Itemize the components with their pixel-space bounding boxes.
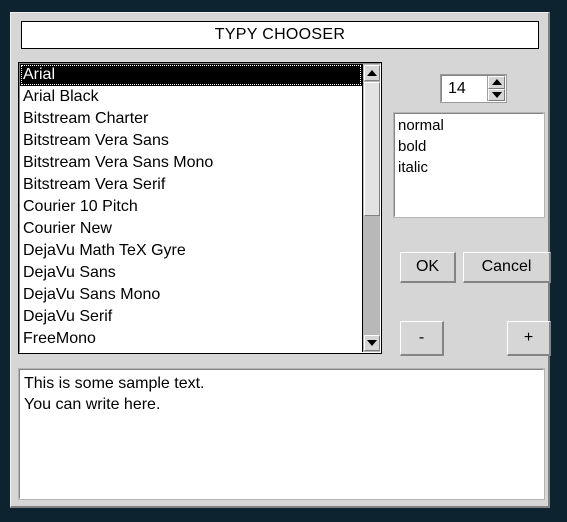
- font-family-listbox[interactable]: Arial Arial Black Bitstream Charter Bitstre…: [18, 62, 382, 354]
- font-size-decrement-button[interactable]: [488, 88, 505, 101]
- sample-text-line: This is some sample text.: [24, 375, 205, 392]
- font-list-item[interactable]: Bitstream Vera Sans: [20, 130, 362, 152]
- font-size-spinner[interactable]: 14: [440, 74, 507, 103]
- font-list-item[interactable]: Bitstream Vera Sans Mono: [20, 152, 362, 174]
- font-list-item[interactable]: Courier New: [20, 218, 362, 240]
- cancel-button[interactable]: Cancel: [463, 252, 551, 283]
- scrollbar-down-button[interactable]: [364, 335, 380, 351]
- font-list-item[interactable]: Arial Black: [20, 86, 362, 108]
- font-list-item[interactable]: FreeMono: [20, 328, 362, 350]
- triangle-down-icon: [491, 91, 502, 98]
- font-list-item[interactable]: Courier 10 Pitch: [20, 196, 362, 218]
- sample-text-input[interactable]: This is some sample text. You can write h…: [18, 368, 545, 500]
- font-style-listbox[interactable]: normal bold italic: [393, 112, 545, 218]
- sample-text-line: You can write here.: [24, 396, 161, 413]
- font-list-scrollbar[interactable]: [362, 64, 380, 352]
- app-window: TYPY CHOOSER Arial Arial Black Bitstream C…: [0, 0, 567, 522]
- font-list-item[interactable]: DejaVu Sans: [20, 262, 362, 284]
- style-list-item[interactable]: normal: [395, 115, 543, 136]
- font-list-item[interactable]: DejaVu Sans Mono: [20, 284, 362, 306]
- font-list-viewport[interactable]: Arial Arial Black Bitstream Charter Bitstre…: [20, 64, 362, 352]
- triangle-up-icon: [367, 70, 377, 76]
- triangle-down-icon: [367, 340, 377, 346]
- dialog-title-bar: TYPY CHOOSER: [21, 21, 539, 49]
- increase-size-button[interactable]: +: [507, 321, 551, 356]
- triangle-up-icon: [491, 79, 502, 86]
- scrollbar-up-button[interactable]: [364, 65, 380, 81]
- font-size-increment-button[interactable]: [488, 76, 505, 89]
- style-list-item[interactable]: bold: [395, 136, 543, 157]
- font-list-item[interactable]: DejaVu Math TeX Gyre: [20, 240, 362, 262]
- scrollbar-thumb[interactable]: [364, 82, 380, 216]
- font-list-item[interactable]: Bitstream Charter: [20, 108, 362, 130]
- font-list-item[interactable]: DejaVu Serif: [20, 306, 362, 328]
- decrease-size-button[interactable]: -: [400, 321, 444, 356]
- font-list-item[interactable]: Arial: [20, 64, 362, 86]
- font-size-steppers[interactable]: [487, 76, 505, 101]
- style-list-item[interactable]: italic: [395, 157, 543, 178]
- ok-button[interactable]: OK: [400, 252, 456, 283]
- font-size-value[interactable]: 14: [442, 80, 487, 98]
- font-chooser-dialog: TYPY CHOOSER Arial Arial Black Bitstream C…: [10, 12, 551, 508]
- page-title: TYPY CHOOSER: [214, 26, 346, 43]
- font-list-item[interactable]: Bitstream Vera Serif: [20, 174, 362, 196]
